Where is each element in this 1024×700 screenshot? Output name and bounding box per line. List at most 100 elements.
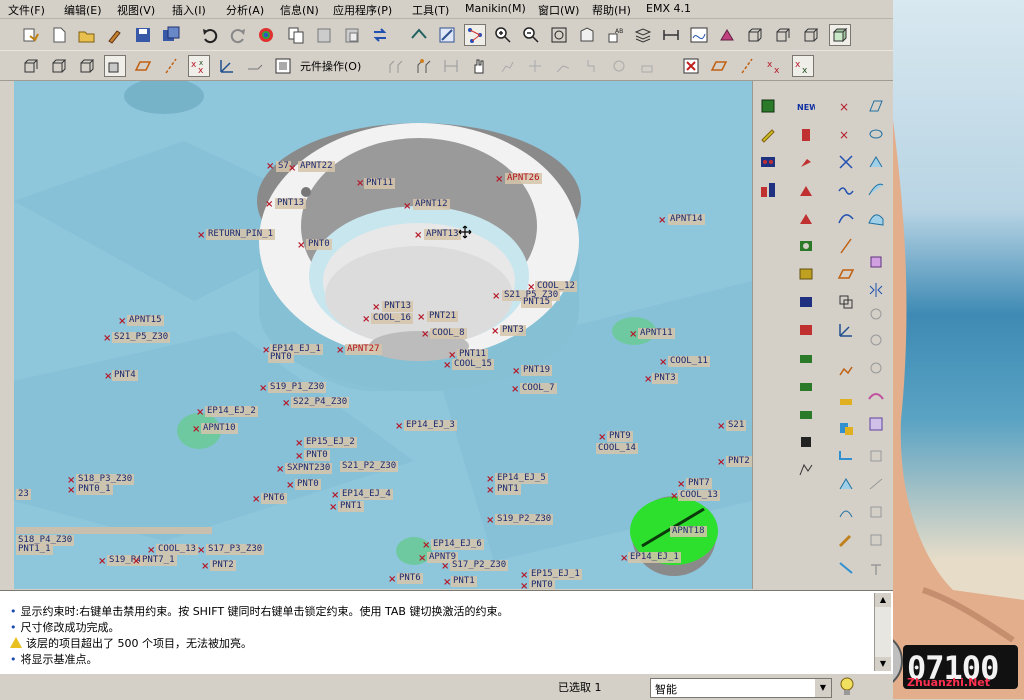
menu-edit[interactable]: 编辑(E) xyxy=(64,2,102,18)
blend-icon[interactable] xyxy=(865,179,887,201)
menu-tools[interactable]: 工具(T) xyxy=(412,2,449,18)
datum-point-label[interactable]: PNT1 xyxy=(451,576,477,587)
point-display-icon[interactable]: xx xyxy=(764,55,786,77)
datum-point-label[interactable]: PNT13 xyxy=(275,198,307,209)
intersect-icon[interactable] xyxy=(865,329,887,351)
trim-icon[interactable] xyxy=(835,151,857,173)
datum-point-label[interactable]: PNT0 xyxy=(268,352,294,363)
datum-point-label[interactable]: PNT1 xyxy=(338,501,364,512)
round-icon[interactable] xyxy=(795,291,817,313)
close-window-icon[interactable] xyxy=(680,55,702,77)
undo-icon[interactable] xyxy=(199,24,221,46)
datum-point-label[interactable]: APNT15 xyxy=(127,315,164,326)
saved-views-icon[interactable] xyxy=(576,24,598,46)
no-hidden-small-icon[interactable] xyxy=(76,55,98,77)
sweep-icon[interactable] xyxy=(865,151,887,173)
analysis-tool-icon[interactable] xyxy=(835,361,857,383)
datum-point-label[interactable]: PNT1 xyxy=(495,484,521,495)
datum-point-label[interactable]: PNT6 xyxy=(261,493,287,504)
datum-point-label[interactable]: PNT0 xyxy=(306,239,332,250)
sketch-tool-icon[interactable] xyxy=(757,123,779,145)
datum-point-label[interactable]: PNT11 xyxy=(364,178,396,189)
hole-icon[interactable] xyxy=(795,235,817,257)
menu-applications[interactable]: 应用程序(P) xyxy=(333,2,392,18)
datum-point-label[interactable]: PNT0 xyxy=(304,450,330,461)
open-folder-icon[interactable] xyxy=(76,24,98,46)
datum-point-label[interactable]: PNT3 xyxy=(652,373,678,384)
datum-point-label[interactable]: RETURN_PIN_1 xyxy=(206,229,276,240)
datum-point-label[interactable]: SXPNT230 xyxy=(285,463,333,474)
reference-2-icon[interactable] xyxy=(835,417,857,439)
curve-icon[interactable] xyxy=(835,207,857,229)
coordinate-system-icon[interactable] xyxy=(216,55,238,77)
datum-point-label[interactable]: PNT7 xyxy=(686,478,712,489)
datum-point-label[interactable]: EP14_EJ_3 xyxy=(404,420,457,431)
connector-icon[interactable] xyxy=(580,55,602,77)
datum-point-label[interactable]: EP15_EJ_1 xyxy=(529,569,582,580)
paint-tool-icon[interactable] xyxy=(795,151,817,173)
menu-view[interactable]: 视图(V) xyxy=(117,2,155,18)
new-from-template-icon[interactable] xyxy=(20,24,42,46)
cosmetic-icon[interactable] xyxy=(795,347,817,369)
datum-point-label[interactable]: COOL_13 xyxy=(678,490,720,501)
wireframe-icon[interactable] xyxy=(744,24,766,46)
datum-point-label[interactable]: APNT18 xyxy=(670,526,707,537)
zoom-in-icon[interactable] xyxy=(492,24,514,46)
datum-point-label[interactable]: S17_P3_Z30 xyxy=(206,544,265,555)
datum-point-label[interactable]: COOL_8 xyxy=(430,328,467,339)
datum-point-label[interactable]: 23 xyxy=(16,489,31,500)
datum-point-label[interactable]: PNT15 xyxy=(521,297,553,308)
thicken-icon[interactable] xyxy=(865,385,887,407)
assembly-pattern-icon[interactable] xyxy=(384,55,406,77)
datum-point-label[interactable]: S21 xyxy=(726,420,747,431)
graphics-window[interactable]: × S7 × APNT22 × PNT11 × APNT26 × PNT13 ×… xyxy=(14,81,752,589)
datum-point-label[interactable]: APNT14 xyxy=(668,214,705,225)
mechanism-icon[interactable] xyxy=(608,55,630,77)
redo-icon[interactable] xyxy=(227,24,249,46)
paste-icon[interactable] xyxy=(313,24,335,46)
datum-point-label[interactable]: S21_P5_Z30 xyxy=(112,332,171,343)
fill-icon[interactable] xyxy=(865,251,887,273)
datum-point-label[interactable]: S21_P2_Z30 xyxy=(340,461,399,472)
datum-point-label[interactable]: APNT22 xyxy=(298,161,335,172)
component-ops-icon[interactable] xyxy=(272,55,294,77)
menu-analysis[interactable]: 分析(A) xyxy=(226,2,264,18)
menu-file[interactable]: 文件(F) xyxy=(8,2,45,18)
menu-window[interactable]: 窗口(W) xyxy=(538,2,579,18)
snapshot-icon[interactable] xyxy=(496,55,518,77)
datum-point-label[interactable]: PNT0_1 xyxy=(76,484,113,495)
datum-point-label[interactable]: S17_P2_Z30 xyxy=(450,560,509,571)
drag-hand-icon[interactable] xyxy=(468,55,490,77)
datum-point-label[interactable]: S19_P1_Z30 xyxy=(268,382,327,393)
notch-icon[interactable] xyxy=(865,529,887,551)
orient-icon[interactable] xyxy=(436,24,458,46)
datum-point-label[interactable]: PNT4 xyxy=(112,370,138,381)
punch-icon[interactable] xyxy=(865,501,887,523)
group-tool-icon[interactable] xyxy=(757,179,779,201)
regenerate-icon[interactable] xyxy=(255,24,277,46)
model-display-icon[interactable] xyxy=(716,24,738,46)
csys-tool-icon[interactable] xyxy=(835,319,857,341)
shell-icon[interactable] xyxy=(795,263,817,285)
refit-icon[interactable] xyxy=(548,24,570,46)
ear-icon[interactable] xyxy=(795,459,817,481)
reference-icon[interactable] xyxy=(835,389,857,411)
rib-icon[interactable] xyxy=(795,179,817,201)
datum-point-label[interactable]: COOL_11 xyxy=(668,356,710,367)
menu-info[interactable]: 信息(N) xyxy=(280,2,319,18)
datum-plane-tool-icon[interactable] xyxy=(757,95,779,117)
revolve-icon[interactable] xyxy=(865,123,887,145)
message-scrollbar[interactable]: ▲ ▼ xyxy=(874,593,891,671)
point-tool-icon[interactable]: × xyxy=(835,95,857,117)
datum-point-label[interactable]: APNT26 xyxy=(505,173,542,184)
save-icon[interactable] xyxy=(132,24,154,46)
datum-point-label[interactable]: COOL_7 xyxy=(520,383,557,394)
datum-point-label[interactable]: EP14_EJ_1 xyxy=(628,552,681,563)
datum-point-label[interactable]: PNT2 xyxy=(726,456,752,467)
datum-point-label[interactable]: APNT13 xyxy=(424,229,461,240)
solidify-icon[interactable] xyxy=(865,413,887,435)
plane-tool-icon[interactable] xyxy=(835,263,857,285)
annotation-icon[interactable] xyxy=(244,55,266,77)
datum-point-label[interactable]: PNT13 xyxy=(382,301,414,312)
mirror-icon[interactable] xyxy=(865,279,887,301)
